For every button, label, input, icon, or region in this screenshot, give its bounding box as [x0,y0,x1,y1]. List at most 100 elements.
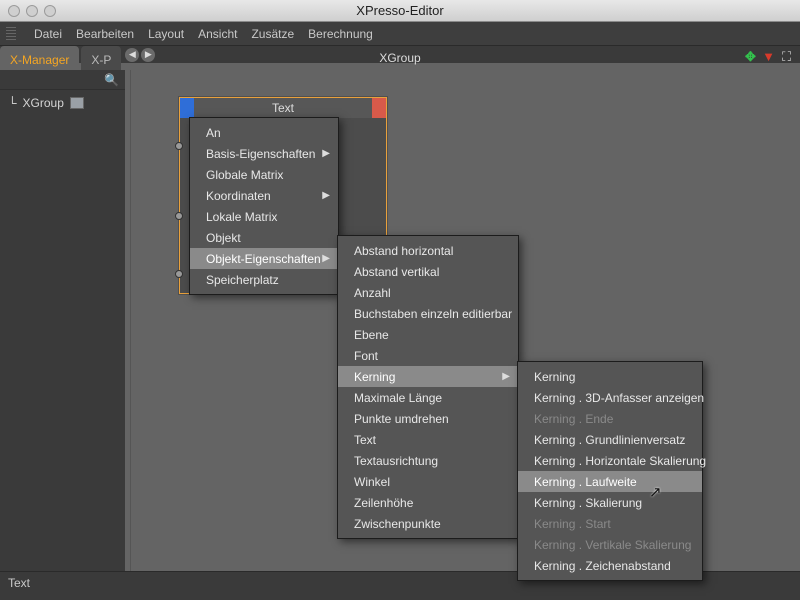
chevron-right-icon: ▶ [502,371,510,382]
menu-item-label: Koordinaten [206,189,271,203]
tree-item-icon [70,97,84,109]
menu-item[interactable]: Kerning . Laufweite [518,471,702,492]
menu-file[interactable]: Datei [34,27,62,41]
menu-item-label: Kerning . Grundlinienversatz [534,433,685,447]
menu-layout[interactable]: Layout [148,27,184,41]
node-port-icon[interactable] [175,142,183,150]
menu-item-label: Kerning . 3D-Anfasser anzeigen [534,391,704,405]
menu-item[interactable]: An [190,122,338,143]
menu-item-label: Kerning . Laufweite [534,475,637,489]
menu-item-label: Kerning . Vertikale Skalierung [534,538,691,552]
node-title-label: Text [272,101,294,115]
menu-edit[interactable]: Bearbeiten [76,27,134,41]
sidebar-xmanager: 🔍 └ XGroup [0,70,130,571]
menu-item[interactable]: Anzahl [338,282,518,303]
node-port-icon[interactable] [175,270,183,278]
menu-item-label: Buchstaben einzeln editierbar [354,307,512,321]
menu-item[interactable]: Objekt-Eigenschaften▶ [190,248,338,269]
menu-item[interactable]: Kerning ▶ [338,366,518,387]
menu-item-label: Speicherplatz [206,273,279,287]
menu-item-label: Text [354,433,376,447]
tree-item-label: XGroup [23,96,64,110]
menu-item-label: Abstand vertikal [354,265,439,279]
menu-item: Kerning . Ende [518,408,702,429]
menu-item-label: Kerning [354,370,395,384]
menu-item[interactable]: Ebene [338,324,518,345]
menu-item[interactable]: Winkel [338,471,518,492]
sidebar-header: 🔍 [0,70,125,90]
context-menu-level1: An Basis-Eigenschaften ▶ Globale Matrix Koor… [189,117,339,295]
menu-item[interactable]: Zwischenpunkte [338,513,518,534]
menu-calc[interactable]: Berechnung [308,27,373,41]
search-icon[interactable]: 🔍 [104,73,119,87]
canvas-tab-xgroup[interactable]: XGroup [379,46,420,70]
menu-item-label: Globale Matrix [206,168,283,182]
menu-item[interactable]: Kerning . 3D-Anfasser anzeigen [518,387,702,408]
context-menu-level3: Kerning Kerning . 3D-Anfasser anzeigen Ker… [517,361,703,581]
move-icon[interactable]: ✥ [743,49,758,64]
menu-item-label: Kerning . Skalierung [534,496,642,510]
menu-item[interactable]: Basis-Eigenschaften ▶ [190,143,338,164]
menu-item[interactable]: Kerning . Grundlinienversatz [518,429,702,450]
menu-item-label: Basis-Eigenschaften [206,147,315,161]
menu-item-label: Kerning [534,370,575,384]
menu-item-label: An [206,126,221,140]
menu-item[interactable]: Punkte umdrehen [338,408,518,429]
menu-item[interactable]: Kerning . Zeichenabstand [518,555,702,576]
xpresso-canvas[interactable]: Text An Basis-Eigenschaften ▶ Globale Matri… [130,70,800,571]
menu-item[interactable]: Speicherplatz [190,269,338,290]
node-titlebar[interactable]: Text [180,98,386,118]
menu-item[interactable]: Globale Matrix [190,164,338,185]
context-menu-level2: Abstand horizontal Abstand vertikal Anzahl… [337,235,519,539]
menu-item-label: Kerning . Horizontale Skalierung [534,454,706,468]
tab-nav-controls: ◀ ▶ [125,46,155,63]
chevron-right-icon: ▶ [322,148,330,159]
menu-item[interactable]: Kerning . Horizontale Skalierung [518,450,702,471]
menu-item[interactable]: Text [338,429,518,450]
menu-item-label: Anzahl [354,286,391,300]
menu-extras[interactable]: Zusätze [251,27,294,41]
menu-item: Kerning . Vertikale Skalierung [518,534,702,555]
node-input-port-area[interactable] [180,98,194,118]
tree-item-xgroup[interactable]: └ XGroup [0,90,125,116]
maximize-icon[interactable]: ⛶ [779,49,794,64]
menubar: Datei Bearbeiten Layout Ansicht Zusätze … [0,22,800,46]
tab-xmanager-label: X-Manager [10,53,69,67]
canvas-tab-label: XGroup [379,51,420,65]
tabs-row: X-Manager X-P ◀ ▶ XGroup ✥ ▼ ⛶ [0,46,800,70]
menu-item-label: Kerning . Ende [534,412,613,426]
node-port-icon[interactable] [175,212,183,220]
menu-item-label: Ebene [354,328,389,342]
menu-item[interactable]: Zeilenhöhe [338,492,518,513]
menu-item[interactable]: Kerning . Skalierung [518,492,702,513]
menu-item-label: Kerning . Zeichenabstand [534,559,671,573]
node-output-port-area[interactable] [372,98,386,118]
menu-item[interactable]: Koordinaten ▶ [190,185,338,206]
tree-expand-icon[interactable]: └ [8,96,17,110]
menu-item[interactable]: Lokale Matrix [190,206,338,227]
arrow-down-icon[interactable]: ▼ [761,49,776,64]
menu-item-label: Winkel [354,475,390,489]
menu-item[interactable]: Font [338,345,518,366]
tab-xmanager[interactable]: X-Manager [0,46,79,70]
tab-xpool-label: X-P [91,53,111,67]
workspace: 🔍 └ XGroup Text An Basis-Eigenschaften ▶ Gl… [0,70,800,571]
menu-item[interactable]: Textausrichtung [338,450,518,471]
menu-item[interactable]: Kerning [518,366,702,387]
menu-item-label: Textausrichtung [354,454,438,468]
menu-item[interactable]: Objekt [190,227,338,248]
menu-item[interactable]: Abstand vertikal [338,261,518,282]
menu-item[interactable]: Abstand horizontal [338,240,518,261]
menu-item-label: Font [354,349,378,363]
tab-xpool[interactable]: X-P [81,46,121,70]
menu-item[interactable]: Maximale Länge [338,387,518,408]
menu-view[interactable]: Ansicht [198,27,237,41]
menu-item-label: Punkte umdrehen [354,412,449,426]
menu-item-label: Lokale Matrix [206,210,277,224]
chevron-right-icon: ▶ [322,190,330,201]
tab-scroll-left-icon[interactable]: ◀ [125,48,139,62]
menu-item[interactable]: Buchstaben einzeln editierbar [338,303,518,324]
tab-scroll-right-icon[interactable]: ▶ [141,48,155,62]
menu-item-label: Objekt [206,231,241,245]
chevron-right-icon: ▶ [322,253,330,264]
